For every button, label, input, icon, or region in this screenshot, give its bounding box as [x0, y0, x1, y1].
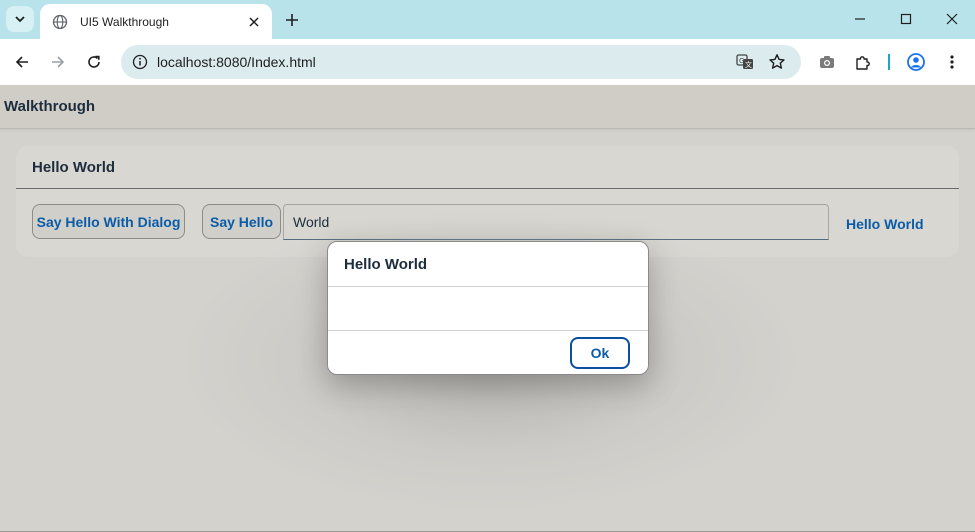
browser-toolbar: localhost:8080/Index.html G文: [0, 39, 975, 85]
browser-tab[interactable]: UI5 Walkthrough: [40, 4, 272, 39]
address-bar[interactable]: localhost:8080/Index.html G文: [121, 45, 801, 79]
close-icon: [946, 13, 958, 25]
maximize-icon: [900, 13, 912, 25]
star-icon[interactable]: [761, 48, 793, 76]
url-text[interactable]: localhost:8080/Index.html: [157, 54, 729, 70]
globe-icon: [52, 14, 68, 30]
tune-icon[interactable]: [125, 54, 155, 70]
new-tab-button[interactable]: [280, 8, 304, 32]
browser-titlebar: UI5 Walkthrough: [0, 0, 975, 39]
back-button[interactable]: [8, 48, 36, 76]
say-hello-button[interactable]: Say Hello: [202, 204, 281, 239]
camera-icon[interactable]: [813, 48, 841, 76]
tab-title: UI5 Walkthrough: [80, 14, 169, 29]
panel-header: Hello World: [16, 146, 959, 189]
name-input-value: World: [293, 214, 330, 230]
arrow-right-icon: [52, 56, 65, 68]
say-hello-with-dialog-button[interactable]: Say Hello With Dialog: [32, 204, 185, 239]
toolbar-divider: [888, 54, 890, 70]
arrow-left-icon: [15, 56, 28, 68]
kebab-menu-icon[interactable]: [938, 48, 966, 76]
chevron-down-icon: [15, 16, 25, 23]
dialog-title: Hello World: [344, 256, 428, 273]
panel-title: Hello World: [32, 159, 116, 176]
puzzle-icon[interactable]: [849, 48, 877, 76]
app-title: Walkthrough: [4, 98, 96, 115]
dialog-ok-button[interactable]: Ok: [570, 337, 630, 369]
hello-output-text: Hello World: [846, 216, 924, 232]
close-window-button[interactable]: [932, 4, 972, 34]
dialog-content: [328, 287, 648, 331]
hello-dialog: Hello World Ok: [327, 241, 649, 375]
app-shell-bar: Walkthrough: [0, 85, 975, 129]
minimize-icon: [855, 18, 865, 20]
maximize-button[interactable]: [886, 4, 926, 34]
tab-search-button[interactable]: [6, 6, 34, 32]
translate-icon[interactable]: G文: [729, 48, 761, 76]
dialog-header: Hello World: [328, 242, 648, 287]
account-icon[interactable]: [902, 48, 930, 76]
forward-button[interactable]: [44, 48, 72, 76]
close-icon[interactable]: [244, 12, 264, 32]
svg-text:文: 文: [745, 60, 752, 69]
reload-icon: [88, 55, 100, 68]
reload-button[interactable]: [80, 48, 108, 76]
minimize-button[interactable]: [840, 4, 880, 34]
plus-icon: [286, 14, 298, 26]
